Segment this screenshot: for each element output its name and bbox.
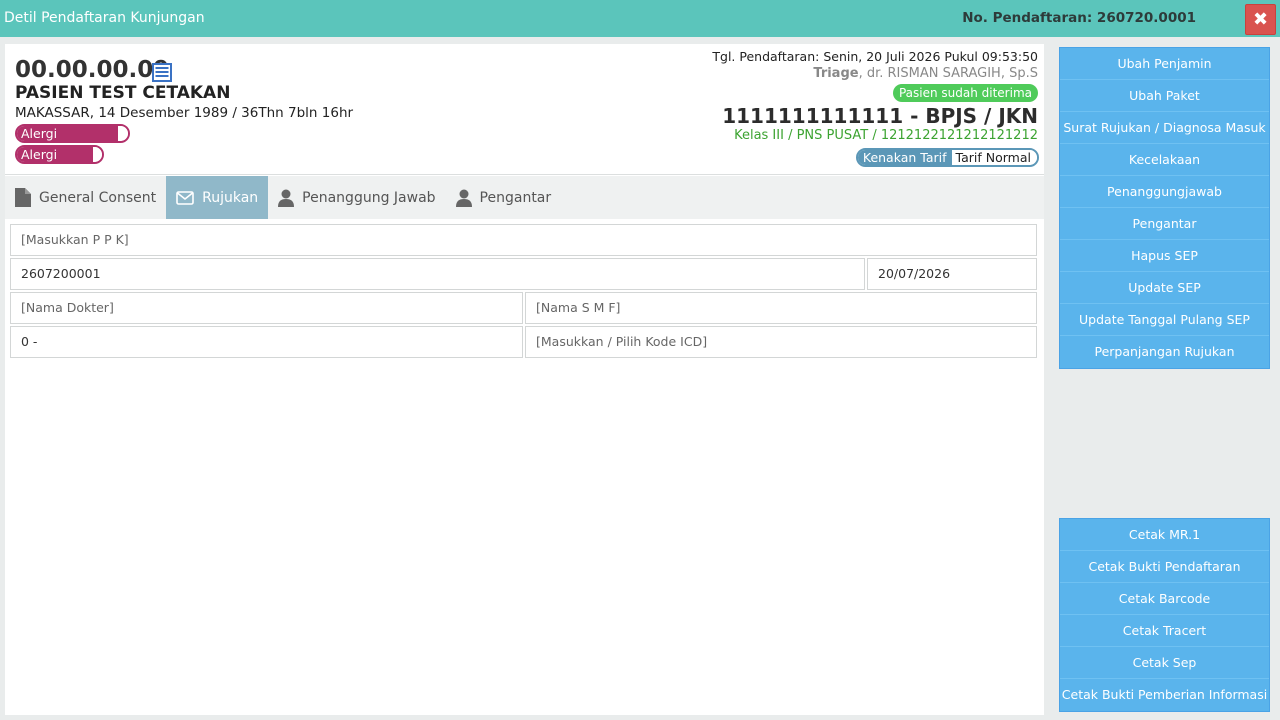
user-icon xyxy=(278,189,295,207)
tariff-badge[interactable]: Kenakan Tarif Tarif Normal xyxy=(855,148,1039,167)
close-icon: ✖ xyxy=(1252,9,1269,30)
list-icon[interactable] xyxy=(152,63,172,82)
user-icon xyxy=(455,189,472,207)
status-badge: Pasien sudah diterima xyxy=(892,84,1038,102)
doctor-name: , dr. RISMAN SARAGIH, Sp.S xyxy=(858,66,1038,81)
tab-bar: General Consent Rujukan Penanggung Jawab… xyxy=(5,176,1044,219)
doctor-name-input[interactable]: [Nama Dokter] xyxy=(10,292,523,324)
smf-name-input[interactable]: [Nama S M F] xyxy=(525,292,1037,324)
escort-button[interactable]: Pengantar xyxy=(1060,208,1269,240)
food-allergy-badge[interactable]: Alergi Makanan xyxy=(15,124,130,143)
main-panel: 00.00.00.09 PASIEN TEST CETAKAN MAKASSAR… xyxy=(5,44,1044,715)
update-discharge-date-button[interactable]: Update Tanggal Pulang SEP xyxy=(1060,304,1269,336)
patient-name: PASIEN TEST CETAKAN xyxy=(15,83,231,103)
registration-number: No. Pendaftaran: 260720.0001 xyxy=(962,10,1196,26)
registration-date: Tgl. Pendaftaran: Senin, 20 Juli 2026 Pu… xyxy=(712,49,1038,64)
print-sep-button[interactable]: Cetak Sep xyxy=(1060,647,1269,679)
unit-doctor: Triage, dr. RISMAN SARAGIH, Sp.S xyxy=(813,66,1038,81)
delete-sep-button[interactable]: Hapus SEP xyxy=(1060,240,1269,272)
print-button-group: Cetak MR.1 Cetak Bukti Pendaftaran Cetak… xyxy=(1059,518,1270,712)
drug-allergy-badge[interactable]: Alergi Obat xyxy=(15,145,104,164)
tab-rujukan[interactable]: Rujukan xyxy=(166,176,269,219)
tab-label: Pengantar xyxy=(479,189,552,206)
referral-date-input[interactable]: 20/07/2026 xyxy=(867,258,1037,290)
allergy-label: Alergi Makanan xyxy=(17,126,119,141)
unit-name: Triage xyxy=(813,66,859,81)
tariff-label: Kenakan Tarif xyxy=(857,150,952,165)
allergy-label: Alergi Obat xyxy=(17,147,93,162)
tab-pengantar[interactable]: Pengantar xyxy=(446,176,562,219)
patient-header: 00.00.00.09 PASIEN TEST CETAKAN MAKASSAR… xyxy=(5,44,1044,175)
update-sep-button[interactable]: Update SEP xyxy=(1060,272,1269,304)
ppk-input[interactable]: [Masukkan P P K] xyxy=(10,224,1037,256)
referral-letter-button[interactable]: Surat Rujukan / Diagnosa Masuk xyxy=(1060,112,1269,144)
guarantor-button[interactable]: Penanggungjawab xyxy=(1060,176,1269,208)
medical-record-number: 00.00.00.09 xyxy=(15,57,170,83)
tab-label: Penanggung Jawab xyxy=(302,189,436,206)
insurance-number: 1111111111111 - BPJS / JKN xyxy=(722,104,1038,128)
tariff-value: Tarif Normal xyxy=(951,150,1037,165)
print-tracert-button[interactable]: Cetak Tracert xyxy=(1060,615,1269,647)
print-mr1-button[interactable]: Cetak MR.1 xyxy=(1060,519,1269,551)
close-button[interactable]: ✖ xyxy=(1245,4,1276,35)
referral-number-input[interactable]: 2607200001 xyxy=(10,258,865,290)
patient-birth-info: MAKASSAR, 14 Desember 1989 / 36Thn 7bln … xyxy=(15,105,354,121)
change-guarantor-button[interactable]: Ubah Penjamin xyxy=(1060,48,1269,80)
tab-label: General Consent xyxy=(39,189,157,206)
print-registration-proof-button[interactable]: Cetak Bukti Pendaftaran xyxy=(1060,551,1269,583)
change-package-button[interactable]: Ubah Paket xyxy=(1060,80,1269,112)
code-input[interactable]: 0 - xyxy=(10,326,523,358)
tab-penanggung-jawab[interactable]: Penanggung Jawab xyxy=(268,176,445,219)
envelope-icon xyxy=(176,190,194,205)
document-icon xyxy=(15,188,31,207)
insurance-class: Kelas III / PNS PUSAT / 1212122121212121… xyxy=(734,128,1038,143)
action-button-group: Ubah Penjamin Ubah Paket Surat Rujukan /… xyxy=(1059,47,1270,369)
accident-button[interactable]: Kecelakaan xyxy=(1060,144,1269,176)
window-title: Detil Pendaftaran Kunjungan xyxy=(4,10,205,26)
tab-label: Rujukan xyxy=(202,189,259,206)
title-bar: Detil Pendaftaran Kunjungan No. Pendafta… xyxy=(0,0,1280,37)
extend-referral-button[interactable]: Perpanjangan Rujukan xyxy=(1060,336,1269,368)
print-barcode-button[interactable]: Cetak Barcode xyxy=(1060,583,1269,615)
tab-general-consent[interactable]: General Consent xyxy=(5,176,166,219)
print-information-proof-button[interactable]: Cetak Bukti Pemberian Informasi xyxy=(1060,679,1269,711)
icd-code-input[interactable]: [Masukkan / Pilih Kode ICD] xyxy=(525,326,1037,358)
